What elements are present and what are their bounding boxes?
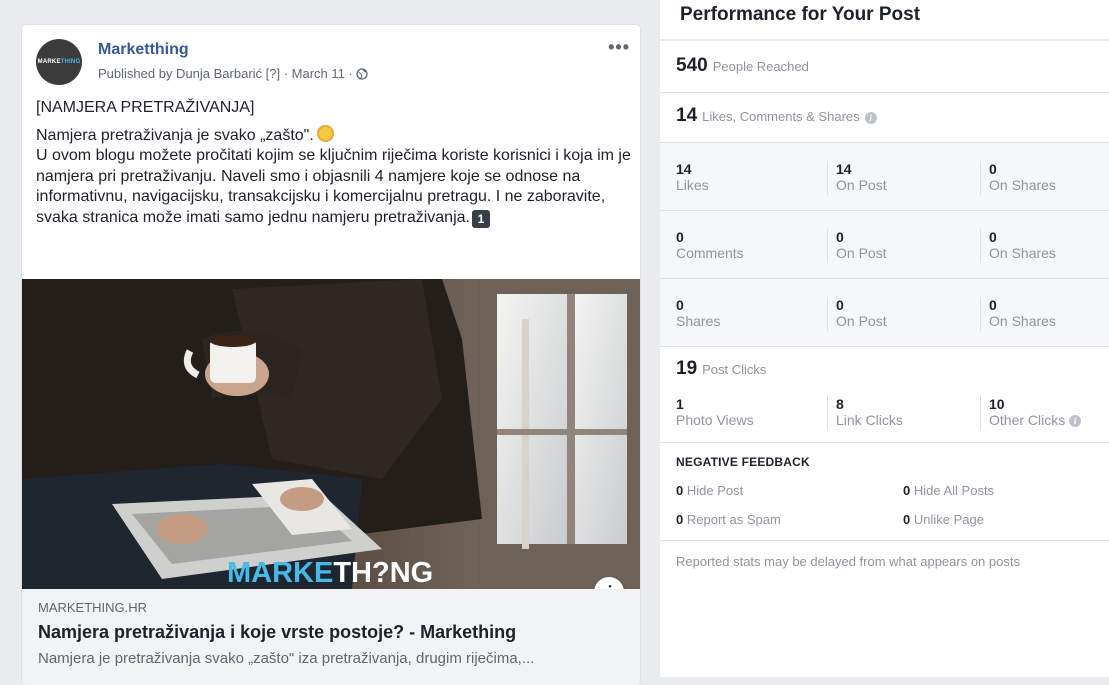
post-text: [NAMJERA PRETRAŽIVANJA] Namjera pretraži… [36,98,636,228]
post-body: U ovom blogu možete pročitati kojim se k… [36,147,631,228]
post-header: MARKETHING Marketthing Published by Dunj… [22,25,640,95]
other-clicks-info-icon[interactable]: i [1069,415,1082,428]
comments-on-post-label: On Post [836,245,887,261]
likes-on-shares: 0 [989,161,997,177]
post-photo: MARKETH?NG [22,279,640,589]
hide-post-stat: 0 Hide Post [676,483,744,498]
other-clicks-value: 10 [989,396,1005,412]
link-clicks-value: 8 [836,396,844,412]
link-preview[interactable]: MARKETHING.HR Namjera pretraživanja i ko… [22,589,640,685]
comments-on-shares: 0 [989,229,997,245]
globe-icon[interactable] [356,67,368,80]
comments-on-post: 0 [836,229,844,245]
engagement-label: Likes, Comments & Shares [702,109,860,124]
post-clicks-summary: 19 Post Clicks [676,358,766,380]
stats-delay-note: Reported stats may be delayed from what … [676,554,1020,569]
link-title[interactable]: Namjera pretraživanja i koje vrste posto… [38,622,516,643]
negative-feedback-title: NEGATIVE FEEDBACK [676,455,810,469]
comments-label: Comments [676,245,744,261]
likes-on-post: 14 [836,161,852,177]
insights-title: Performance for Your Post [680,4,921,25]
post-image[interactable]: MARKETH?NG [22,279,640,589]
keycap-one-icon: 1 [471,209,490,228]
shares-on-post-label: On Post [836,313,887,329]
likes-label: Likes [676,177,709,193]
avatar-logo-text: MARKETHING [37,59,81,65]
engagement-info-icon[interactable]: i [864,112,877,124]
post-line: Namjera pretraživanja je svako „zašto". [36,124,636,147]
page-avatar[interactable]: MARKETHING [36,39,82,85]
reach-value: 540 [676,55,708,76]
hide-all-posts-stat: 0 Hide All Posts [903,483,995,498]
engagement-section: 14 Likes, Comments & Shares i [660,93,1109,143]
post-meta: Published by Dunja Barbarić [?] · March … [98,66,368,81]
page-name-link[interactable]: Marketthing [98,41,189,59]
unlike-page-stat: 0 Unlike Page [903,512,984,527]
other-clicks-label: Other Clicks i [989,412,1082,429]
link-clicks-label: Link Clicks [836,412,903,428]
photo-views-value: 1 [676,396,684,412]
reach-section: 540 People Reached [660,41,1109,93]
shares-total: 0 [676,297,684,313]
post-heading: [NAMJERA PRETRAŽIVANJA] [36,99,255,116]
clicks-row: 1 Photo Views 8 Link Clicks 10 Other Clicks… [660,396,1109,440]
shares-on-shares: 0 [989,297,997,313]
report-spam-stat: 0 Report as Spam [676,512,781,527]
likes-on-post-label: On Post [836,177,887,193]
likes-row: 14 Likes 14 On Post 0 On Shares [660,143,1109,211]
photo-views-label: Photo Views [676,412,754,428]
likes-on-shares-label: On Shares [989,177,1056,193]
comments-row: 0 Comments 0 On Post 0 On Shares [660,211,1109,279]
link-description: Namjera je pretraživanja svako „zašto" i… [38,650,535,667]
shares-on-shares-label: On Shares [989,313,1056,329]
comments-total: 0 [676,229,684,245]
post-clicks-value: 19 [676,358,698,379]
published-text: Published by Dunja Barbarić [?] · March … [98,66,353,81]
image-brand-text: MARKETH?NG [227,557,433,589]
comments-on-shares-label: On Shares [989,245,1056,261]
link-domain: MARKETHING.HR [38,600,148,615]
likes-total: 14 [676,161,692,177]
thinking-emoji-icon [316,124,334,142]
post-clicks-label: Post Clicks [702,362,767,377]
engagement-value: 14 [676,105,698,126]
insights-panel: Performance for Your Post 540 People Rea… [660,0,1109,677]
reach-label: People Reached [712,59,809,74]
post-card: MARKETHING Marketthing Published by Dunj… [22,25,640,685]
shares-row: 0 Shares 0 On Post 0 On Shares [660,279,1109,347]
shares-on-post: 0 [836,297,844,313]
more-options-icon[interactable]: ••• [608,37,630,58]
shares-label: Shares [676,313,721,329]
